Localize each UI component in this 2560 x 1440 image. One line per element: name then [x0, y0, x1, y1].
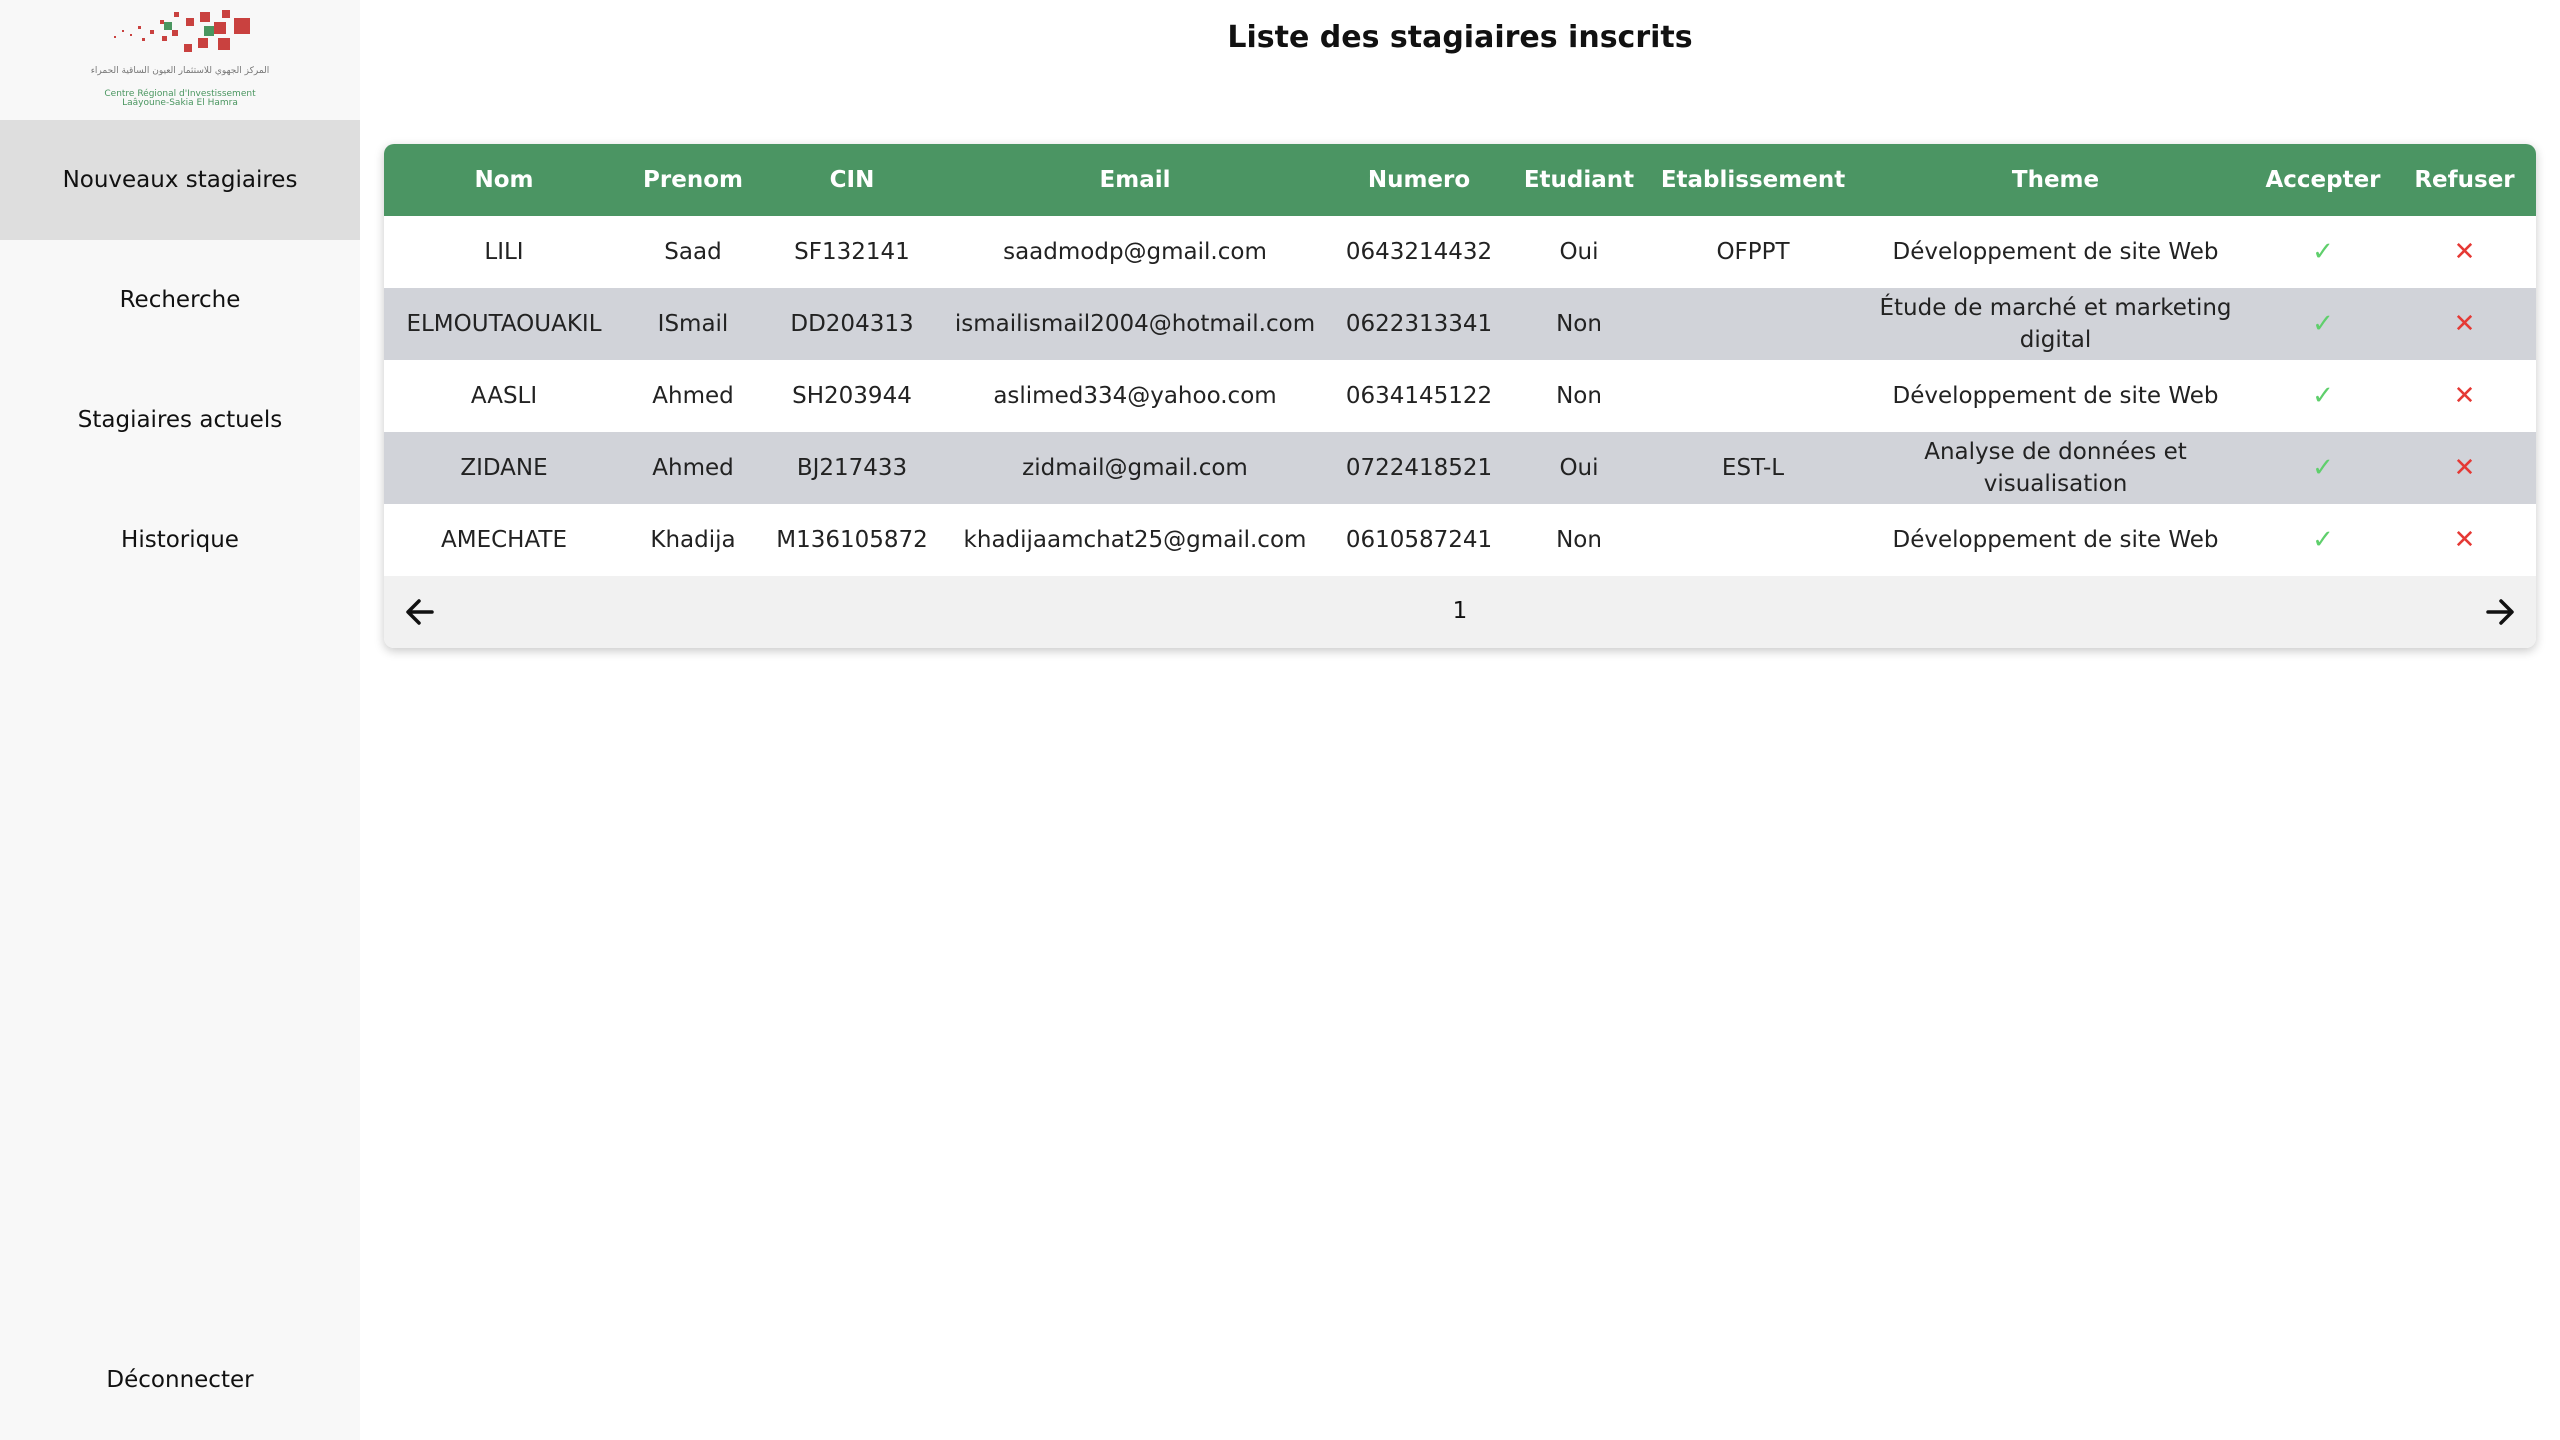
col-header-nom: Nom	[474, 167, 534, 193]
check-icon[interactable]: ✓	[2312, 309, 2334, 339]
logo-mark-icon	[114, 10, 250, 52]
page-title: Liste des stagiaires inscrits	[1227, 20, 1693, 55]
logo-arabic-text: المركز الجهوي للاستثمار العيون الساقية ا…	[90, 66, 270, 76]
col-header-email: Email	[1099, 167, 1171, 193]
logo: المركز الجهوي للاستثمار العيون الساقية ا…	[0, 0, 360, 120]
x-icon[interactable]: ✕	[2454, 453, 2476, 483]
x-icon[interactable]: ✕	[2454, 381, 2476, 411]
page-number: 1	[1452, 598, 1468, 624]
refuse-button[interactable]: ✕	[2393, 504, 2536, 576]
cell-email: ismailismail2004@hotmail.com	[954, 311, 1316, 337]
cell-etablissement: EST-L	[1721, 455, 1785, 481]
refuse-button[interactable]: ✕	[2393, 432, 2536, 504]
table-row: AASLI Ahmed SH203944 aslimed334@yahoo.co…	[384, 360, 2536, 432]
cell-numero: 0643214432	[1345, 239, 1493, 265]
col-header-accepter: Accepter	[2265, 167, 2381, 193]
col-header-refuser: Refuser	[2414, 167, 2515, 193]
cell-theme: Développement de site Web	[1892, 383, 2219, 409]
sidebar-item-nouveaux-stagiaires[interactable]: Nouveaux stagiaires	[0, 120, 360, 240]
cell-cin: SH203944	[792, 383, 912, 409]
cell-numero: 0722418521	[1345, 455, 1493, 481]
table-row: ELMOUTAOUAKIL ISmail DD204313 ismailisma…	[384, 288, 2536, 360]
cell-cin: SF132141	[794, 239, 910, 265]
cell-etablissement	[1648, 360, 1858, 432]
cell-etudiant: Non	[1556, 383, 1602, 409]
cell-nom: LILI	[484, 239, 524, 265]
col-header-cin: CIN	[829, 167, 875, 193]
cell-etablissement: OFPPT	[1716, 239, 1790, 265]
accept-button[interactable]: ✓	[2253, 216, 2393, 288]
logo-name-line2: Laâyoune-Sakia El Hamra	[122, 98, 238, 108]
accept-button[interactable]: ✓	[2253, 288, 2393, 360]
cell-email: aslimed334@yahoo.com	[993, 383, 1277, 409]
cell-nom: AMECHATE	[441, 527, 567, 553]
cell-theme: Développement de site Web	[1892, 527, 2219, 553]
cell-theme: Analyse de données et visualisation	[1924, 439, 2187, 497]
col-header-prenom: Prenom	[643, 167, 743, 193]
cell-nom: ELMOUTAOUAKIL	[406, 311, 602, 337]
cell-etudiant: Oui	[1559, 455, 1599, 481]
col-header-theme: Theme	[2011, 167, 2100, 193]
check-icon[interactable]: ✓	[2312, 381, 2334, 411]
check-icon[interactable]: ✓	[2312, 237, 2334, 267]
cell-numero: 0634145122	[1345, 383, 1493, 409]
cell-prenom: Ahmed	[652, 455, 734, 481]
sidebar-item-recherche[interactable]: Recherche	[0, 240, 360, 360]
cell-prenom: Saad	[664, 239, 722, 265]
trainees-table-card: Nom Prenom CIN Email Numero Etudiant Eta…	[384, 144, 2536, 648]
cell-etudiant: Oui	[1559, 239, 1599, 265]
refuse-button[interactable]: ✕	[2393, 216, 2536, 288]
trainees-table: Nom Prenom CIN Email Numero Etudiant Eta…	[384, 144, 2536, 576]
cell-numero: 0622313341	[1345, 311, 1493, 337]
cell-prenom: Ahmed	[652, 383, 734, 409]
table-row: ZIDANE Ahmed BJ217433 zidmail@gmail.com …	[384, 432, 2536, 504]
cell-prenom: Khadija	[650, 527, 736, 553]
table-header-row: Nom Prenom CIN Email Numero Etudiant Eta…	[384, 144, 2536, 216]
cell-etudiant: Non	[1556, 527, 1602, 553]
cell-prenom: ISmail	[657, 311, 729, 337]
cell-cin: M136105872	[776, 527, 928, 553]
x-icon[interactable]: ✕	[2454, 525, 2476, 555]
cell-cin: BJ217433	[796, 455, 908, 481]
cell-etablissement	[1648, 504, 1858, 576]
table-row: AMECHATE Khadija M136105872 khadijaamcha…	[384, 504, 2536, 576]
arrow-right-icon[interactable]	[2480, 592, 2520, 632]
logout-button[interactable]: Déconnecter	[0, 1320, 360, 1440]
accept-button[interactable]: ✓	[2253, 360, 2393, 432]
check-icon[interactable]: ✓	[2312, 525, 2334, 555]
x-icon[interactable]: ✕	[2454, 309, 2476, 339]
refuse-button[interactable]: ✕	[2393, 360, 2536, 432]
cell-numero: 0610587241	[1345, 527, 1493, 553]
cell-email: zidmail@gmail.com	[1022, 455, 1248, 481]
check-icon[interactable]: ✓	[2312, 453, 2334, 483]
col-header-numero: Numero	[1367, 167, 1471, 193]
sidebar-item-historique[interactable]: Historique	[0, 480, 360, 600]
cell-theme: Développement de site Web	[1892, 239, 2219, 265]
pagination-bar: 1	[384, 576, 2536, 648]
col-header-etablissement: Etablissement	[1660, 167, 1846, 193]
sidebar: المركز الجهوي للاستثمار العيون الساقية ا…	[0, 0, 360, 1440]
x-icon[interactable]: ✕	[2454, 237, 2476, 267]
cell-cin: DD204313	[790, 311, 914, 337]
refuse-button[interactable]: ✕	[2393, 288, 2536, 360]
col-header-etudiant: Etudiant	[1523, 167, 1635, 193]
cell-email: saadmodp@gmail.com	[1003, 239, 1267, 265]
accept-button[interactable]: ✓	[2253, 504, 2393, 576]
sidebar-item-stagiaires-actuels[interactable]: Stagiaires actuels	[0, 360, 360, 480]
cell-nom: AASLI	[470, 383, 538, 409]
table-row: LILI Saad SF132141 saadmodp@gmail.com 06…	[384, 216, 2536, 288]
cell-nom: ZIDANE	[460, 455, 548, 481]
accept-button[interactable]: ✓	[2253, 432, 2393, 504]
cell-etudiant: Non	[1556, 311, 1602, 337]
cell-theme: Étude de marché et marketing digital	[1879, 295, 2232, 353]
cell-etablissement	[1648, 288, 1858, 360]
cell-email: khadijaamchat25@gmail.com	[963, 527, 1307, 553]
